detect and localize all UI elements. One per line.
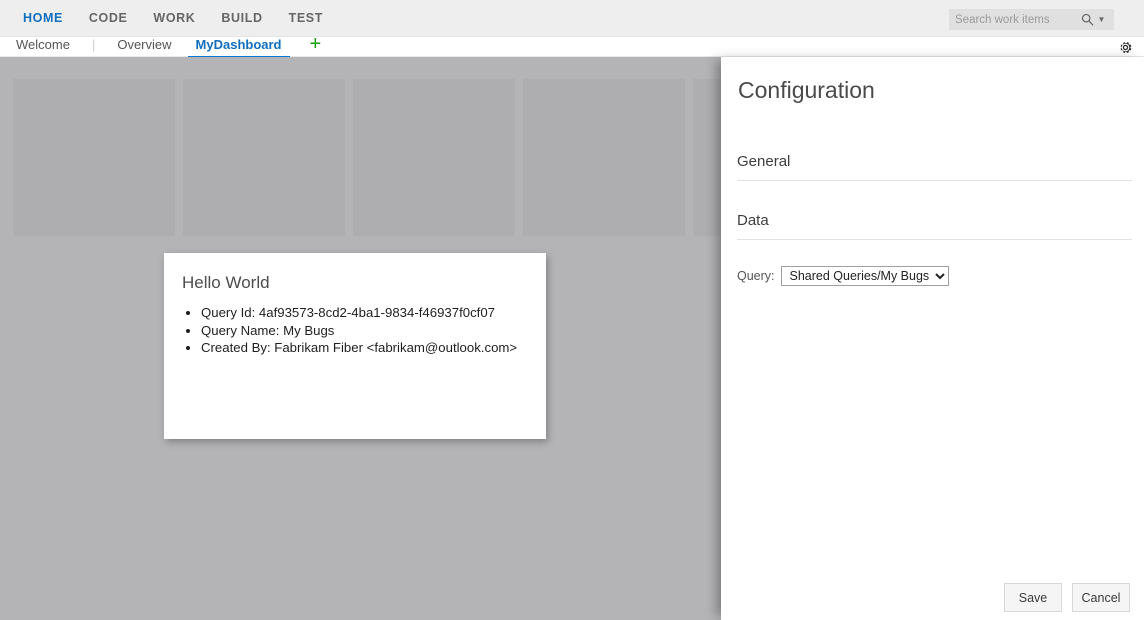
section-data: Data — [737, 212, 1132, 240]
widget-placeholder-tile — [523, 79, 685, 236]
section-data-heading: Data — [737, 212, 1132, 240]
search-input[interactable] — [949, 10, 1079, 29]
configuration-panel: Configuration General Data Query: Shared… — [721, 57, 1144, 620]
subnav-item-overview[interactable]: Overview — [109, 31, 179, 58]
subnav-item-welcome[interactable]: Welcome — [8, 31, 78, 58]
dashboard-tab-list: Welcome | Overview MyDashboard + — [8, 29, 321, 59]
search-icon[interactable] — [1079, 11, 1095, 29]
widget-detail-list: Query Id: 4af93573-8cd2-4ba1-9834-f46937… — [164, 304, 546, 357]
search-box[interactable]: ▼ — [949, 9, 1114, 30]
subnav-separator: | — [78, 31, 109, 58]
widget-placeholder-tile — [183, 79, 345, 236]
hello-world-widget[interactable]: Hello World Query Id: 4af93573-8cd2-4ba1… — [164, 253, 546, 439]
chevron-down-icon[interactable]: ▼ — [1095, 11, 1108, 29]
list-item: Query Name: My Bugs — [201, 322, 546, 340]
page-title: Configuration — [721, 57, 1144, 104]
panel-action-buttons: Save Cancel — [1004, 583, 1130, 612]
section-general: General — [737, 153, 1132, 181]
app-root: HOME CODE WORK BUILD TEST ▼ Welcome | Ov… — [0, 0, 1144, 620]
save-button[interactable]: Save — [1004, 583, 1062, 612]
gear-icon[interactable] — [1112, 37, 1138, 57]
query-label: Query: — [737, 269, 775, 283]
query-select[interactable]: Shared Queries/My Bugs — [781, 266, 949, 286]
widget-placeholder-tile — [353, 79, 515, 236]
subnav-item-mydashboard[interactable]: MyDashboard — [188, 31, 290, 58]
dashboard-canvas: Hello World Query Id: 4af93573-8cd2-4ba1… — [0, 57, 721, 620]
cancel-button[interactable]: Cancel — [1072, 583, 1130, 612]
widget-placeholder-tile — [693, 79, 721, 236]
query-field-row: Query: Shared Queries/My Bugs — [737, 266, 1144, 286]
section-general-heading: General — [737, 153, 1132, 181]
widget-title: Hello World — [164, 253, 546, 293]
widget-placeholder-tile — [13, 79, 175, 236]
list-item: Query Id: 4af93573-8cd2-4ba1-9834-f46937… — [201, 304, 546, 322]
list-item: Created By: Fabrikam Fiber <fabrikam@out… — [201, 339, 546, 357]
dashboard-tab-bar: Welcome | Overview MyDashboard + — [0, 37, 1144, 57]
add-dashboard-icon[interactable]: + — [310, 32, 322, 56]
